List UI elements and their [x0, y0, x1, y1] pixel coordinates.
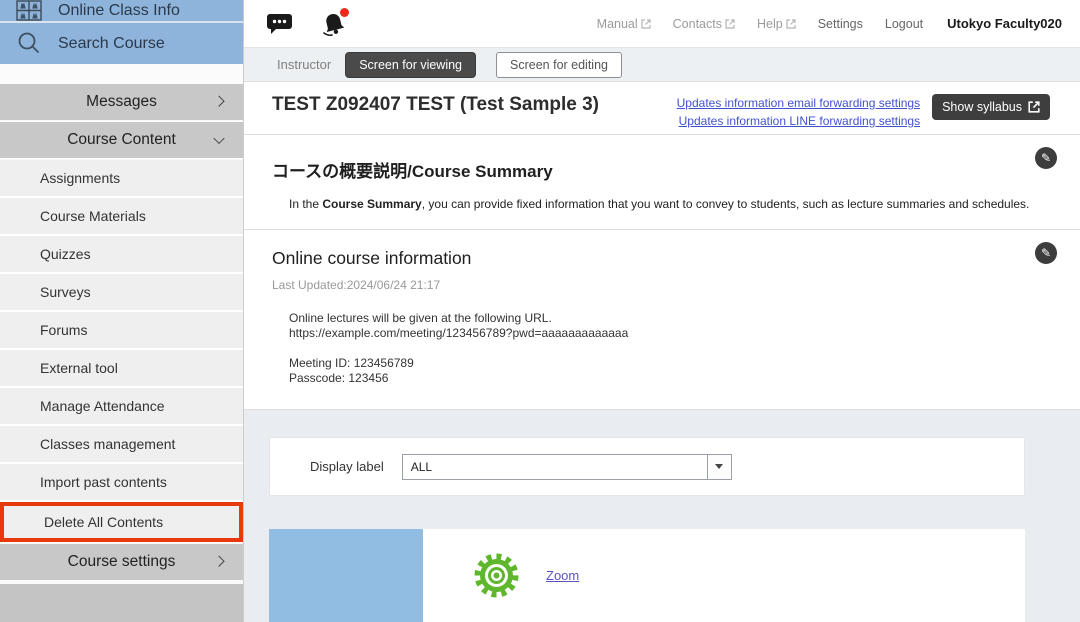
sidebar-item-label: External tool	[40, 360, 118, 376]
page-title: TEST Z092407 TEST (Test Sample 3)	[272, 94, 599, 116]
sidebar-section-messages[interactable]: Messages	[0, 84, 243, 120]
menu-label: Logout	[885, 17, 923, 31]
notification-dot	[340, 8, 349, 17]
sidebar-item-delete-all-contents[interactable]: Delete All Contents	[0, 502, 243, 542]
sidebar-item-import-past-contents[interactable]: Import past contents	[0, 464, 243, 502]
meeting-url: https://example.com/meeting/123456789?pw…	[289, 326, 1052, 341]
external-link-icon	[641, 19, 651, 29]
sidebar-footer	[0, 584, 243, 622]
meeting-id: Meeting ID: 123456789	[289, 356, 1052, 371]
sidebar-item-label: Course Materials	[40, 208, 146, 224]
sidebar-item-quizzes[interactable]: Quizzes	[0, 236, 243, 274]
content-thumbnail	[269, 529, 423, 622]
top-bar: Manual Contacts Help Settings Logout Uto…	[244, 0, 1080, 48]
menu-settings[interactable]: Settings	[818, 17, 863, 31]
external-link-icon	[786, 19, 796, 29]
sidebar-item-label: Manage Attendance	[40, 398, 165, 414]
sidebar-item-label: Surveys	[40, 284, 91, 300]
sidebar-item-label: Classes management	[40, 436, 175, 452]
sidebar-item-classes-management[interactable]: Classes management	[0, 426, 243, 464]
search-icon	[16, 31, 42, 57]
sidebar-section-course-content[interactable]: Course Content	[0, 122, 243, 158]
course-summary-section: コースの概要説明/Course Summary ✎ In the Course …	[244, 135, 1080, 230]
sidebar-item-label: Import past contents	[40, 474, 167, 490]
chevron-right-icon	[213, 556, 224, 567]
sidebar-item-label: Forums	[40, 322, 87, 338]
last-updated: Last Updated:2024/06/24 21:17	[272, 278, 1052, 292]
sidebar: Online Class Info Search Course Messages…	[0, 0, 244, 622]
forwarding-links: Updates information email forwarding set…	[677, 94, 920, 128]
menu-label: Help	[757, 17, 783, 31]
gear-icon	[473, 552, 520, 599]
screen-for-editing-button[interactable]: Screen for editing	[496, 52, 622, 78]
external-link-icon	[725, 19, 735, 29]
online-course-info-section: Online course information ✎ Last Updated…	[244, 230, 1080, 410]
sidebar-item-label: Search Course	[58, 35, 165, 53]
main-area: Manual Contacts Help Settings Logout Uto…	[244, 0, 1080, 622]
email-forwarding-link[interactable]: Updates information email forwarding set…	[677, 96, 920, 110]
bell-icon[interactable]	[321, 11, 347, 37]
chat-icon[interactable]	[266, 12, 293, 35]
display-label-text: Display label	[310, 459, 384, 474]
show-syllabus-button[interactable]: Show syllabus	[932, 94, 1050, 120]
sidebar-item-label: Delete All Contents	[44, 514, 163, 530]
user-name: Utokyo Faculty020	[947, 16, 1062, 31]
sidebar-item-external-tool[interactable]: External tool	[0, 350, 243, 388]
sidebar-item-assignments[interactable]: Assignments	[0, 160, 243, 198]
content-row: Zoom	[269, 529, 1025, 622]
pencil-icon: ✎	[1041, 151, 1051, 165]
sidebar-item-manage-attendance[interactable]: Manage Attendance	[0, 388, 243, 426]
sidebar-section-label: Course settings	[68, 553, 176, 571]
role-label: Instructor	[277, 57, 331, 72]
screen-for-viewing-button[interactable]: Screen for viewing	[345, 52, 476, 78]
chevron-down-icon	[213, 133, 224, 144]
menu-label: Settings	[818, 17, 863, 31]
menu-manual[interactable]: Manual	[597, 17, 651, 31]
menu-logout[interactable]: Logout	[885, 17, 923, 31]
sidebar-gap	[0, 64, 243, 84]
sidebar-item-course-materials[interactable]: Course Materials	[0, 198, 243, 236]
sidebar-section-course-settings[interactable]: Course settings	[0, 544, 243, 580]
sidebar-item-label: Online Class Info	[58, 2, 180, 20]
section-heading: コースの概要説明/Course Summary	[272, 157, 1052, 182]
dropdown-arrow-icon[interactable]	[707, 455, 731, 479]
external-link-icon	[1028, 101, 1040, 113]
body-line: Online lectures will be given at the fol…	[289, 311, 1052, 326]
zoom-tool-link[interactable]: Zoom	[546, 568, 579, 583]
menu-contacts[interactable]: Contacts	[673, 17, 735, 31]
section-heading: Online course information	[272, 248, 1052, 269]
menu-help[interactable]: Help	[757, 17, 796, 31]
sidebar-item-label: Quizzes	[40, 246, 91, 262]
view-toolbar: Instructor Screen for viewing Screen for…	[244, 48, 1080, 82]
button-label: Show syllabus	[942, 100, 1022, 114]
display-label-select[interactable]: ALL	[402, 454, 732, 480]
line-forwarding-link[interactable]: Updates information LINE forwarding sett…	[677, 114, 920, 128]
edit-summary-button[interactable]: ✎	[1035, 147, 1057, 169]
online-info-body: Online lectures will be given at the fol…	[289, 311, 1052, 386]
chevron-right-icon	[213, 96, 224, 107]
summary-description: In the Course Summary, you can provide f…	[289, 197, 1052, 211]
sidebar-item-label: Assignments	[40, 170, 120, 186]
sidebar-section-label: Course Content	[67, 131, 176, 149]
classroom-icon	[16, 0, 42, 21]
pencil-icon: ✎	[1041, 246, 1051, 260]
sidebar-item-online-class-info[interactable]: Online Class Info	[0, 0, 243, 23]
menu-label: Contacts	[673, 17, 722, 31]
sidebar-section-label: Messages	[86, 93, 157, 111]
sidebar-item-search-course[interactable]: Search Course	[0, 23, 243, 64]
select-value: ALL	[403, 455, 707, 479]
course-header: TEST Z092407 TEST (Test Sample 3) Update…	[244, 82, 1080, 135]
edit-online-info-button[interactable]: ✎	[1035, 242, 1057, 264]
menu-label: Manual	[597, 17, 638, 31]
passcode: Passcode: 123456	[289, 371, 1052, 386]
sidebar-item-surveys[interactable]: Surveys	[0, 274, 243, 312]
sidebar-item-forums[interactable]: Forums	[0, 312, 243, 350]
display-label-card: Display label ALL	[269, 437, 1025, 496]
